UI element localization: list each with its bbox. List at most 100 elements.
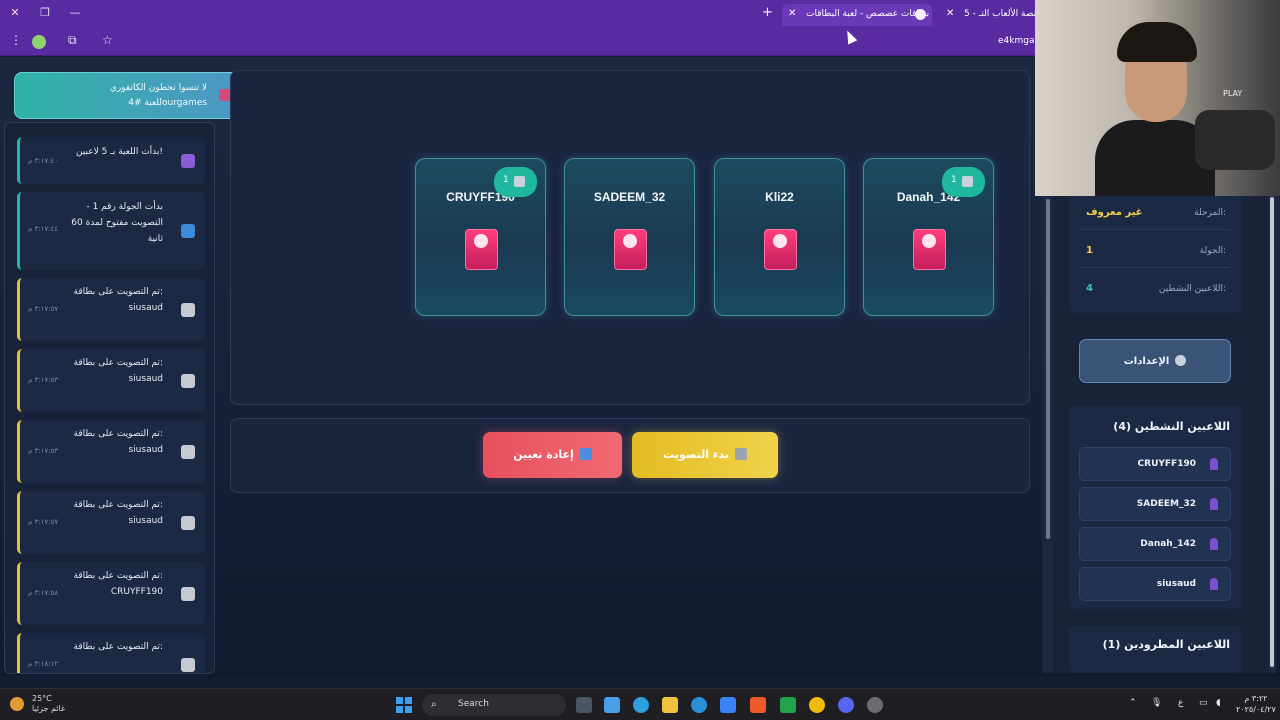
taskbar-search[interactable]: ⌕ Search (422, 694, 566, 716)
file-explorer-icon[interactable] (662, 697, 678, 713)
page-scrollbar[interactable] (1043, 195, 1053, 673)
player-list-item[interactable]: SADEEM_32 (1079, 487, 1231, 521)
address-bar[interactable]: e4kmga (998, 36, 1034, 46)
log-item: تم التصويت على بطاقة: siusaud ٣:١٧:٥٣ م (17, 420, 205, 483)
card-image-icon (764, 229, 797, 270)
log-text: تم التصويت على بطاقة: siusaud (73, 287, 164, 313)
log-time: ٣:١٧:٥٧ م (28, 305, 59, 313)
ballot-box-icon (181, 374, 195, 388)
ballot-box-icon (734, 448, 747, 460)
category-reminder-banner: لا تنسوا تحطون الكاتقوري للعبة #4ourgame… (14, 72, 246, 119)
player-name: siusaud (1156, 579, 1196, 589)
log-text: بدأت الجولة رقم 1 - التصويت مفتوح لمدة 6… (71, 202, 163, 244)
weather-widget[interactable]: 25°C غائم جزئيا (32, 694, 65, 714)
log-text: تم التصويت على بطاقة: CRUYFF190 (73, 571, 164, 597)
windows-start-icon[interactable] (396, 697, 412, 713)
card-player-name: Kli22 (765, 190, 794, 204)
close-tab-icon[interactable]: ✕ (788, 8, 796, 19)
log-text: تم التصويت على بطاقة: siusaud (73, 429, 164, 455)
close-tab-icon[interactable]: ✕ (946, 8, 954, 19)
restore-window-icon[interactable]: ❐ (36, 6, 54, 19)
tab-title: بطاقات عصصص - لعبة البطاقات (806, 9, 930, 19)
scrollbar-thumb[interactable] (1270, 197, 1274, 667)
kicked-players-section: اللاعبين المطرودين (1) (1069, 626, 1242, 673)
action-bar (230, 418, 1030, 493)
log-time: ٣:١٧:٤٠ م (28, 157, 59, 165)
log-item: بدأت اللعبة بـ 5 لاعبين! ٣:١٧:٤٠ م (17, 137, 205, 184)
weather-icon[interactable] (10, 697, 24, 711)
microphone-tray-icon[interactable]: 🎙 (1151, 698, 1162, 708)
status-active-row: اللاعبين النشطين: 4 (1080, 272, 1230, 306)
tab-cards-game[interactable]: ✕ بطاقات عصصص - لعبة البطاقات (782, 4, 932, 26)
player-card[interactable]: Kli22 (714, 158, 845, 316)
banner-line-1: لا تنسوا تحطون الكاتقوري (109, 83, 207, 93)
xbox-icon[interactable] (780, 697, 796, 713)
close-window-icon[interactable]: ✕ (6, 6, 24, 19)
ballot-box-icon (181, 516, 195, 530)
clock-time: ٣:٢٢ م (1244, 694, 1268, 703)
gear-icon (1175, 355, 1187, 366)
active-players-value: 4 (1086, 283, 1093, 294)
app-icon[interactable] (867, 697, 883, 713)
copilot-icon[interactable] (604, 697, 620, 713)
refresh-icon (181, 224, 195, 238)
edge-icon[interactable] (633, 697, 649, 713)
vote-count-badge: 1 (942, 167, 985, 197)
webcam-overlay: PLAY (1035, 0, 1280, 196)
microphone (1195, 110, 1275, 170)
menu-dots-icon[interactable]: ⋮ (10, 33, 22, 47)
round-label: الجولة: (1199, 246, 1226, 256)
player-list-item[interactable]: CRUYFF190 (1079, 447, 1231, 481)
scrollbar-thumb[interactable] (1046, 199, 1050, 539)
status-round-row: الجولة: 1 (1080, 234, 1230, 268)
ballot-box-icon (181, 658, 195, 672)
settings-button[interactable]: الإعدادات (1079, 339, 1231, 383)
task-view-icon[interactable] (576, 697, 592, 713)
extensions-puzzle-icon[interactable]: ⧉ (68, 33, 77, 48)
active-players-title: اللاعبين النشطين (4) (1113, 420, 1230, 433)
kicked-players-title: اللاعبين المطرودين (1) (1102, 638, 1230, 651)
player-list-item[interactable]: Danah_142 (1079, 527, 1231, 561)
network-icon[interactable]: ▭ (1199, 698, 1208, 708)
reset-button[interactable]: إعادة تعيين (483, 432, 622, 478)
webcam-overlay-text: PLAY (1223, 89, 1243, 98)
card-image-icon (465, 229, 498, 270)
player-icon (1210, 578, 1218, 590)
player-card[interactable]: Danah_142 1 (863, 158, 994, 316)
taskbar-clock[interactable]: ٣:٢٢ م ٢٠٢٥/٠٤/٢٧ (1236, 693, 1276, 715)
start-vote-button[interactable]: بدء التصويت (632, 432, 778, 478)
search-icon: ⌕ (431, 699, 437, 710)
weather-desc: غائم جزئيا (32, 704, 66, 713)
tray-chevron-up-icon[interactable]: ⌃ (1129, 698, 1137, 708)
store-icon[interactable] (720, 697, 736, 713)
stage-value: غير معروف (1086, 207, 1143, 218)
chrome-icon[interactable] (809, 697, 825, 713)
panel-scrollbar[interactable] (1268, 195, 1276, 673)
player-icon (1210, 498, 1218, 510)
player-list-item[interactable]: siusaud (1079, 567, 1231, 601)
player-name: SADEEM_32 (1136, 499, 1196, 509)
activity-log[interactable]: بدأت اللعبة بـ 5 لاعبين! ٣:١٧:٤٠ م بدأت … (4, 122, 215, 674)
log-time: ٣:١٧:٤٤ م (28, 225, 59, 233)
bookmark-star-icon[interactable]: ☆ (102, 33, 113, 47)
tab-games-platform[interactable]: ✕ 5 - منصة الألعاب التـ (940, 4, 1035, 26)
active-players-label: اللاعبين النشطين: (1158, 284, 1226, 294)
log-time: ٣:١٧:٥٧ م (28, 518, 59, 526)
volume-icon[interactable]: ◖ (1216, 698, 1221, 708)
card-player-name: SADEEM_32 (593, 190, 666, 204)
player-name: CRUYFF190 (1137, 459, 1196, 469)
language-indicator[interactable]: ع (1178, 698, 1183, 708)
card-image-icon (614, 229, 647, 270)
extension-icon[interactable] (32, 35, 46, 49)
player-card[interactable]: SADEEM_32 (564, 158, 695, 316)
brave-icon[interactable] (750, 697, 766, 713)
player-card[interactable]: CRUYFF190 1 (415, 158, 546, 316)
settings-label: الإعدادات (1123, 356, 1170, 367)
edge-alt-icon[interactable] (691, 697, 707, 713)
discord-icon[interactable] (838, 697, 854, 713)
ballot-box-icon (181, 303, 195, 317)
log-text: تم التصويت على بطاقة: siusaud (73, 358, 164, 384)
log-item: تم التصويت على بطاقة: siusaud ٣:١٧:٥٣ م (17, 349, 205, 412)
minimize-window-icon[interactable]: — (66, 6, 84, 19)
new-tab-button[interactable]: + (762, 5, 773, 20)
